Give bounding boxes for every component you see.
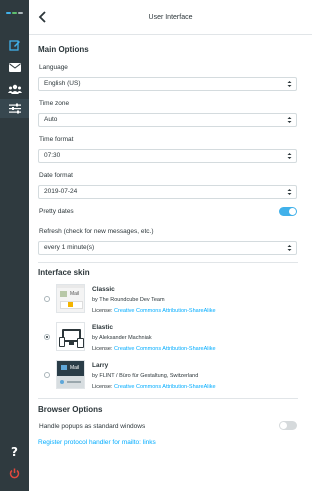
skin-name-elastic: Elastic [92,324,113,331]
timezone-select[interactable]: Auto [38,113,297,127]
license-link[interactable]: Creative Commons Attribution-ShareAlike [114,308,216,314]
timezone-value: Auto [44,116,58,123]
section-browser-options: Browser Options [38,405,103,414]
time-format-value: 07:30 [44,152,61,159]
skin-license-classic: License: Creative Commons Attribution-Sh… [92,308,216,314]
popups-label: Handle popups as standard windows [39,423,146,430]
license-prefix: License: [92,346,115,352]
select-arrow-icon [287,153,292,159]
divider [38,262,298,263]
time-format-select[interactable]: 07:30 [38,149,297,163]
skin-license-elastic: License: Creative Commons Attribution-Sh… [92,346,216,352]
page-title: User Interface [148,13,193,21]
back-icon[interactable] [37,11,49,23]
skin-thumbnail-elastic[interactable] [56,322,85,351]
section-main-options: Main Options [38,45,89,54]
skin-author-classic: by The Roundcube Dev Team [92,297,165,303]
help-icon: ? [11,445,18,459]
skin-author-elastic: by Aleksander Machniak [92,335,152,341]
refresh-select[interactable]: every 1 minute(s) [38,241,297,255]
skin-radio-larry[interactable] [44,372,50,378]
date-format-label: Date format [39,172,73,179]
power-icon [9,468,20,478]
nav-contacts[interactable] [0,79,29,98]
date-format-value: 2019-07-24 [44,188,78,195]
contacts-icon [7,84,22,94]
nav-settings[interactable] [0,99,29,118]
divider [38,398,298,399]
nav-mail[interactable] [0,58,29,77]
timezone-label: Time zone [39,100,70,107]
compose-icon [8,39,20,51]
language-value: English (US) [44,80,81,87]
settings-content: Main Options Language English (US) Time … [29,36,312,491]
language-label: Language [39,64,68,71]
license-prefix: License: [92,384,115,390]
help-button[interactable]: ? [0,443,29,461]
skin-radio-elastic[interactable] [44,334,50,340]
toggle-knob [280,422,287,429]
left-rail: ? [0,0,29,491]
mail-icon [8,63,21,72]
pretty-dates-toggle[interactable] [279,207,297,216]
skin-name-larry: Larry [92,362,109,369]
section-interface-skin: Interface skin [38,268,90,277]
license-prefix: License: [92,308,115,314]
skin-thumbnail-classic[interactable]: Mail [56,284,85,313]
skin-author-larry: by FLINT / Büro für Gestaltung, Switzerl… [92,373,199,379]
refresh-label: Refresh (check for new messages, etc.) [39,228,154,235]
refresh-value: every 1 minute(s) [44,244,95,251]
skin-name-classic: Classic [92,286,115,293]
select-arrow-icon [287,245,292,251]
language-select[interactable]: English (US) [38,77,297,91]
pretty-dates-label: Pretty dates [39,208,74,215]
select-arrow-icon [287,81,292,87]
skin-thumbnail-larry[interactable]: Mail [56,360,85,389]
select-arrow-icon [287,189,292,195]
license-link[interactable]: Creative Commons Attribution-ShareAlike [114,384,216,390]
settings-icon [8,103,21,114]
select-arrow-icon [287,117,292,123]
nav-compose[interactable] [0,35,29,54]
skin-radio-classic[interactable] [44,296,50,302]
header: User Interface [29,0,312,35]
logout-button[interactable] [0,464,29,482]
logo [6,10,23,16]
mailto-handler-link[interactable]: Register protocol handler for mailto: li… [38,439,156,446]
skin-license-larry: License: Creative Commons Attribution-Sh… [92,384,216,390]
toggle-knob [289,208,296,215]
license-link[interactable]: Creative Commons Attribution-ShareAlike [114,346,216,352]
date-format-select[interactable]: 2019-07-24 [38,185,297,199]
popups-toggle[interactable] [279,421,297,430]
time-format-label: Time format [39,136,74,143]
